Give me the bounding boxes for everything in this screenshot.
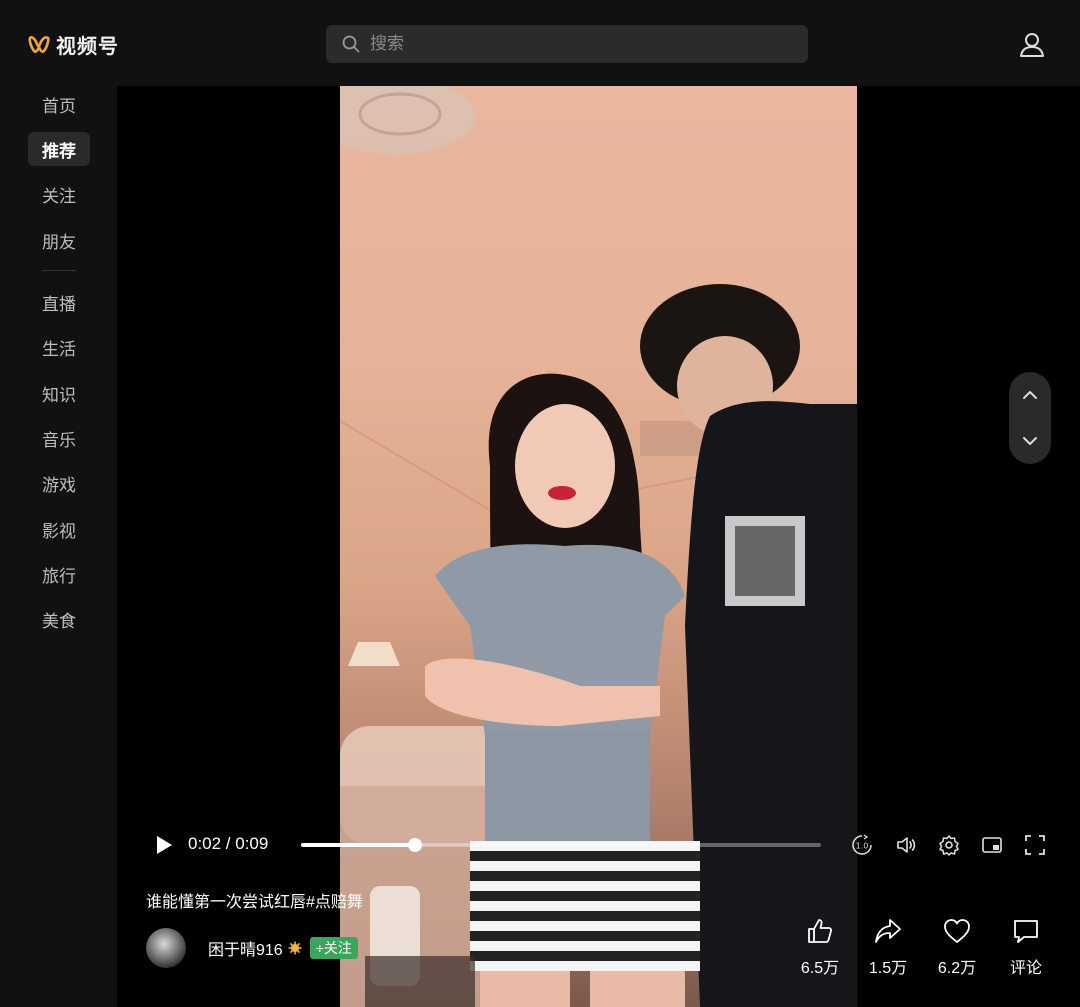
app-title: 视频号: [56, 36, 119, 58]
search-box[interactable]: [326, 25, 808, 63]
sidebar-item-music[interactable]: 音乐: [28, 421, 90, 455]
sidebar-item-life[interactable]: 生活: [28, 330, 90, 364]
favorite-button[interactable]: 6.2万: [927, 916, 987, 978]
settings-gear-icon[interactable]: [938, 834, 960, 856]
top-bar: 视频号: [0, 0, 1080, 86]
follow-button[interactable]: +关注: [309, 937, 358, 959]
comment-button[interactable]: 评论: [996, 916, 1056, 978]
progress-bar[interactable]: [301, 838, 821, 852]
like-count: 6.5万: [800, 960, 840, 977]
search-input[interactable]: [370, 34, 790, 54]
sidebar-item-games[interactable]: 游戏: [28, 466, 90, 500]
thumbs-up-icon: [808, 919, 833, 943]
playback-speed-icon[interactable]: 1.0: [851, 834, 873, 856]
sidebar-item-home[interactable]: 首页: [28, 87, 90, 121]
user-icon[interactable]: [1018, 30, 1046, 58]
author-row: 困于晴916 +关注: [146, 924, 358, 972]
video-player[interactable]: 0:02 / 0:09 1.0 谁能懂第一次尝试红唇#点赔舞 困于晴916 +关…: [117, 86, 1080, 1007]
favorite-count: 6.2万: [937, 960, 977, 977]
time-display: 0:02 / 0:09: [188, 834, 269, 853]
channels-logo-icon: [28, 35, 50, 53]
video-nav-arrows: [1009, 372, 1051, 464]
volume-icon[interactable]: [895, 834, 917, 856]
comment-bubble-icon: [1014, 920, 1038, 943]
chevron-down-icon[interactable]: [1020, 431, 1040, 451]
sidebar-item-food[interactable]: 美食: [28, 602, 90, 636]
video-caption[interactable]: 谁能懂第一次尝试红唇#点赔舞: [146, 888, 363, 912]
picture-in-picture-icon[interactable]: [981, 834, 1003, 856]
sidebar-item-travel[interactable]: 旅行: [28, 557, 90, 591]
sidebar-item-recommended[interactable]: 推荐: [28, 132, 90, 166]
play-icon[interactable]: [155, 835, 173, 855]
sidebar-item-friends[interactable]: 朋友: [28, 223, 90, 257]
like-button[interactable]: 6.5万: [790, 916, 850, 978]
author-avatar[interactable]: [146, 928, 186, 968]
share-button[interactable]: 1.5万: [858, 916, 918, 978]
app-logo[interactable]: 视频号: [28, 30, 119, 59]
sidebar-item-following[interactable]: 关注: [28, 177, 90, 211]
verified-badge-icon: [288, 941, 302, 955]
author-name[interactable]: 困于晴916: [208, 936, 283, 960]
comment-label: 评论: [1009, 960, 1042, 977]
share-count: 1.5万: [868, 960, 908, 977]
sidebar-item-film[interactable]: 影视: [28, 512, 90, 546]
share-arrow-icon: [875, 919, 901, 943]
progress-handle[interactable]: [408, 838, 423, 852]
chevron-up-icon[interactable]: [1020, 385, 1040, 405]
sidebar-item-live[interactable]: 直播: [28, 285, 90, 319]
sidebar-divider: [42, 270, 76, 271]
video-frame[interactable]: [340, 86, 857, 1007]
speed-label: 1.0: [856, 842, 869, 851]
sidebar-item-knowledge[interactable]: 知识: [28, 376, 90, 410]
player-controls: 0:02 / 0:09 1.0: [117, 826, 1080, 862]
search-icon: [342, 35, 360, 53]
heart-icon: [944, 919, 970, 943]
video-scene-illustration: [340, 86, 857, 1007]
progress-fill: [301, 843, 416, 847]
sidebar-nav: 首页 推荐 关注 朋友 直播 生活 知识 音乐 游戏 影视 旅行 美食: [0, 86, 117, 1007]
fullscreen-icon[interactable]: [1024, 834, 1046, 856]
